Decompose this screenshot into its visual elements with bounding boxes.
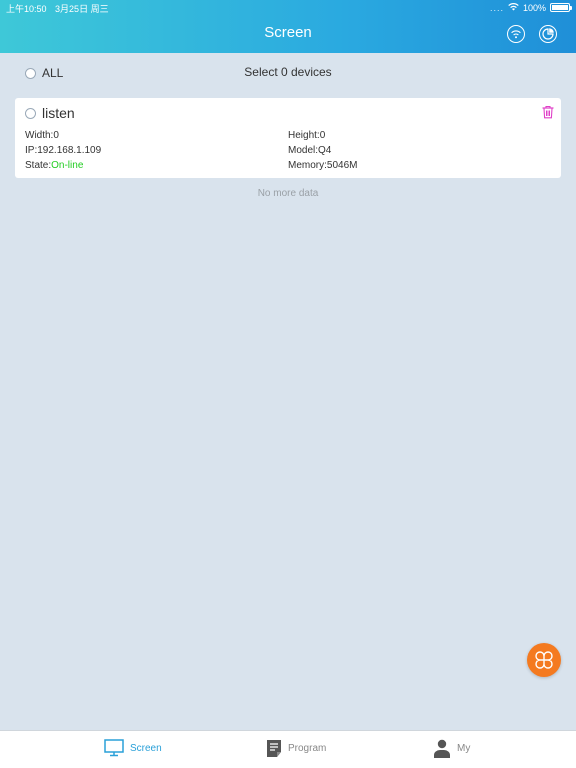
status-time: 上午10:50: [6, 4, 47, 14]
device-info-right: Height:0 Model:Q4 Memory:5046M: [288, 128, 357, 173]
tab-my[interactable]: My: [433, 739, 470, 758]
device-select-radio[interactable]: [25, 107, 36, 119]
state-row: State:On-line: [25, 160, 84, 171]
width-row: Width:0: [25, 130, 59, 141]
status-bar: 上午10:50 3月25日 周三 .... 100%: [0, 0, 576, 16]
monitor-icon: [104, 739, 124, 757]
height-row: Height:0: [288, 130, 326, 141]
model-row: Model:Q4: [288, 145, 332, 156]
memory-value: 5046M: [326, 160, 358, 171]
tab-my-label: My: [457, 743, 471, 754]
trash-icon: [542, 105, 554, 119]
wifi-icon: [511, 30, 521, 39]
clover-icon: [535, 651, 553, 669]
device-card[interactable]: listen Width:0 IP:192.168.1.109 State:On…: [15, 98, 561, 178]
device-name: listen: [42, 105, 75, 121]
ip-value: 192.168.1.109: [37, 145, 102, 156]
battery-percent: 100%: [522, 2, 546, 13]
wifi-status-icon: [508, 2, 519, 13]
ip-row: IP:192.168.1.109: [25, 145, 102, 156]
status-date: 3月25日 周三: [55, 4, 109, 14]
list-end-text: No more data: [257, 188, 319, 199]
tab-bar: Screen Program My: [0, 730, 576, 768]
tab-screen-label: Screen: [130, 742, 162, 754]
delete-device-button[interactable]: [541, 105, 555, 119]
document-icon: [267, 740, 281, 757]
model-value: Q4: [318, 145, 332, 156]
page-title: Screen: [264, 24, 312, 41]
selection-bar: ALL Select 0 devices: [0, 60, 576, 84]
height-value: 0: [319, 130, 326, 141]
tab-screen[interactable]: Screen: [104, 739, 162, 757]
device-info-left: Width:0 IP:192.168.1.109 State:On-line: [25, 128, 101, 173]
battery-icon: [550, 3, 572, 12]
signal-dots: ....: [489, 2, 504, 13]
state-value: On-line: [51, 160, 84, 171]
person-icon: [434, 739, 450, 758]
width-value: 0: [53, 130, 59, 141]
wifi-connect-button[interactable]: [507, 25, 525, 43]
selected-count: Select 0 devices: [244, 65, 332, 79]
statistics-button[interactable]: [539, 25, 557, 43]
tab-program-label: Program: [288, 743, 327, 754]
tab-program[interactable]: Program: [266, 739, 326, 758]
app-header: 上午10:50 3月25日 周三 .... 100% Screen: [0, 0, 576, 53]
pie-chart-icon: [542, 28, 554, 40]
quick-actions-button[interactable]: [527, 643, 561, 677]
memory-row: Memory:5046M: [288, 160, 358, 171]
